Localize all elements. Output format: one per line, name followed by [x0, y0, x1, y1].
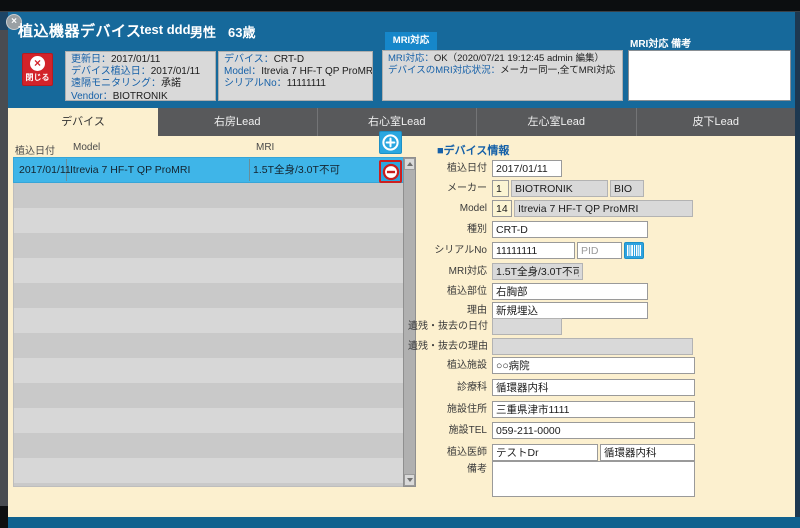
minus-circle-icon [382, 163, 400, 181]
tab-left-ventricular-lead[interactable]: 左心室Lead [477, 108, 637, 136]
facility-tel-input[interactable] [492, 422, 695, 439]
model-name-field [514, 200, 693, 217]
serial-no-input[interactable] [492, 242, 575, 259]
patient-name: test ddd [140, 22, 191, 37]
summary-line: 遠隔モニタリング：承諾 [71, 78, 210, 90]
column-divider [249, 159, 250, 181]
window-top-edge [0, 0, 800, 12]
add-device-button[interactable] [379, 131, 402, 154]
mri-compat-label: MRI対応 [408, 263, 492, 280]
tab-device[interactable]: デバイス [8, 108, 158, 136]
empty-list-rows [13, 183, 416, 487]
removal-reason-label: 遺残・抜去の理由 [408, 338, 492, 355]
remarks-label: 備考 [408, 461, 492, 478]
summary-line: デバイス植込日：2017/01/11 [71, 66, 210, 78]
implant-site-input[interactable] [492, 283, 648, 300]
close-x-icon: × [30, 56, 45, 71]
reason-input[interactable] [492, 302, 648, 319]
barcode-icon [627, 245, 641, 256]
summary-line: シリアルNo：11111111 [224, 78, 367, 90]
mri-compat-field [492, 263, 583, 280]
maker-abbr-field [610, 180, 644, 197]
remarks-textarea[interactable] [492, 461, 695, 497]
implant-date-input[interactable] [492, 160, 562, 177]
facility-address-label: 施設住所 [408, 401, 492, 418]
remove-device-button[interactable] [379, 160, 402, 183]
patient-gender: 男性 [190, 22, 216, 41]
list-column-implant-date: 植込日付 [15, 142, 55, 157]
maker-name-field [511, 180, 608, 197]
doctor-name-input[interactable] [492, 444, 598, 461]
page-title: 植込機器デバイス [18, 20, 142, 41]
device-tab-panel: 植込日付 Model MRI 2017/01/11 Itrevia 7 HF-T… [8, 136, 795, 517]
facility-label: 植込施設 [408, 357, 492, 374]
maker-code-input[interactable] [492, 180, 509, 197]
removal-reason-field [492, 338, 693, 355]
summary-line: デバイス：CRT-D [224, 54, 367, 66]
reason-label: 理由 [408, 302, 492, 319]
device-summary-box: 更新日：2017/01/11 デバイス植込日：2017/01/11 遠隔モニタリ… [65, 51, 216, 101]
facility-tel-label: 施設TEL [408, 422, 492, 439]
row-implant-date: 2017/01/11 [19, 158, 71, 182]
row-mri: 1.5T全身/3.0T不可 [253, 158, 340, 182]
plus-circle-icon [381, 133, 400, 152]
mri-note-label: MRI対応 備考 [630, 35, 691, 50]
device-type-input[interactable] [492, 221, 648, 238]
implant-site-label: 植込部位 [408, 283, 492, 300]
mri-status-box: MRI対応：OK（2020/07/21 19:12:45 admin 編集） デ… [382, 50, 623, 101]
implant-date-label: 植込日付 [408, 160, 492, 177]
maker-label: メーカー [408, 180, 492, 197]
patient-age: 63歳 [228, 22, 255, 41]
model-code-input[interactable] [492, 200, 512, 217]
barcode-scan-button[interactable] [624, 242, 644, 259]
mri-status-tab[interactable]: MRI対応 [385, 32, 437, 50]
facility-input[interactable] [492, 357, 695, 374]
tab-subcutaneous-lead[interactable]: 皮下Lead [637, 108, 796, 136]
dialog-footer-bar [8, 517, 800, 528]
removal-date-field [492, 318, 562, 335]
device-model-box: デバイス：CRT-D Model：Itrevia 7 HF-T QP ProMR… [218, 51, 373, 101]
close-button[interactable]: × 閉じる [22, 53, 53, 86]
mri-line: MRI対応：OK（2020/07/21 19:12:45 admin 編集） [388, 53, 617, 65]
doctor-department-input[interactable] [600, 444, 695, 461]
mri-line: デバイスのMRI対応状況：メーカー同一,全てMRI対応 [388, 65, 617, 77]
pid-input[interactable] [577, 242, 622, 259]
tab-right-atrial-lead[interactable]: 右房Lead [158, 108, 318, 136]
background-window-right-edge [795, 12, 800, 517]
background-strip-black [0, 506, 8, 528]
facility-address-input[interactable] [492, 401, 695, 418]
device-type-label: 種別 [408, 221, 492, 238]
serial-no-label: シリアルNo [408, 242, 492, 259]
implanted-device-window: × 植込機器デバイス test ddd 男性 63歳 × 閉じる 更新日：201… [0, 0, 800, 528]
device-list-row-selected[interactable]: 2017/01/11 Itrevia 7 HF-T QP ProMRI 1.5T… [13, 157, 416, 183]
row-model: Itrevia 7 HF-T QP ProMRI [70, 158, 190, 182]
list-column-model: Model [73, 142, 100, 153]
device-info-section-title: ■デバイス情報 [437, 142, 509, 158]
background-window-edge [0, 12, 8, 528]
summary-line: Model：Itrevia 7 HF-T QP ProMRI [224, 66, 367, 78]
mri-note-textarea[interactable] [628, 50, 791, 101]
department-label: 診療科 [408, 379, 492, 396]
summary-line: 更新日：2017/01/11 [71, 54, 210, 66]
doctor-label: 植込医師 [408, 444, 492, 461]
summary-line: Vendor：BIOTRONIK [71, 91, 210, 101]
dialog-header: × 植込機器デバイス test ddd 男性 63歳 × 閉じる 更新日：201… [8, 12, 795, 108]
model-label: Model [408, 200, 492, 217]
removal-date-label: 遺残・抜去の日付 [408, 318, 492, 335]
department-input[interactable] [492, 379, 695, 396]
list-column-mri: MRI [256, 142, 274, 153]
close-button-label: 閉じる [26, 72, 50, 83]
